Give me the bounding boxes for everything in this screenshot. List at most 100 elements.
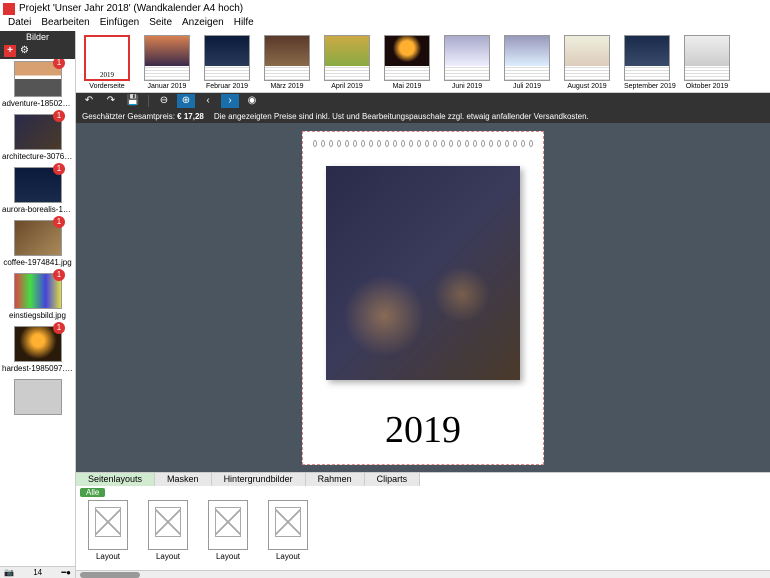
month-item[interactable]: April 2019 xyxy=(324,35,370,88)
month-label: März 2019 xyxy=(264,83,310,90)
cover-image[interactable] xyxy=(326,166,520,380)
month-item[interactable]: Mai 2019 xyxy=(384,35,430,88)
layout-thumb[interactable] xyxy=(268,500,308,550)
image-label: einstiegsbild.jpg xyxy=(2,311,73,320)
menu-datei[interactable]: Datei xyxy=(4,17,35,31)
image-label: architecture-307668... xyxy=(2,152,73,161)
preview-button[interactable]: ◉ xyxy=(243,94,261,108)
tab-hintergrundbilder[interactable]: Hintergrundbilder xyxy=(212,473,306,486)
image-item[interactable]: 1 architecture-307668... xyxy=(2,114,73,161)
menu-anzeigen[interactable]: Anzeigen xyxy=(178,17,228,31)
menu-einfuegen[interactable]: Einfügen xyxy=(96,17,143,31)
month-thumb[interactable] xyxy=(204,35,250,81)
tab-masken[interactable]: Masken xyxy=(155,473,212,486)
cover-year[interactable]: 2019 xyxy=(311,408,535,452)
month-thumb[interactable] xyxy=(444,35,490,81)
image-count: 14 xyxy=(33,568,42,577)
undo-button[interactable]: ↶ xyxy=(80,94,98,108)
month-label: September 2019 xyxy=(624,83,670,90)
month-thumb[interactable] xyxy=(144,35,190,81)
image-label: adventure-1850239... xyxy=(2,99,73,108)
month-item[interactable]: Oktober 2019 xyxy=(684,35,730,88)
tab-cliparts[interactable]: Cliparts xyxy=(365,473,421,486)
layout-item[interactable]: Layout xyxy=(84,500,132,568)
tab-seitenlayouts[interactable]: Seitenlayouts xyxy=(76,473,155,486)
usage-badge: 1 xyxy=(53,163,65,175)
image-item[interactable]: 1 adventure-1850239... xyxy=(2,61,73,108)
month-thumb[interactable] xyxy=(264,35,310,81)
layout-label: Layout xyxy=(84,552,132,561)
menu-hilfe[interactable]: Hilfe xyxy=(230,17,258,31)
image-label: coffee-1974841.jpg xyxy=(2,258,73,267)
layout-item[interactable]: Layout xyxy=(144,500,192,568)
price-bar: Geschätzter Gesamtpreis: € 17,28 Die ang… xyxy=(76,109,770,123)
month-item[interactable]: Juli 2019 xyxy=(504,35,550,88)
month-label: Februar 2019 xyxy=(204,83,250,90)
month-thumb[interactable] xyxy=(624,35,670,81)
month-thumb[interactable] xyxy=(564,35,610,81)
calendar-page[interactable]: 2019 xyxy=(302,131,544,465)
month-item[interactable]: Februar 2019 xyxy=(204,35,250,88)
image-item[interactable] xyxy=(2,379,73,417)
price-note: Die angezeigten Preise sind inkl. Ust un… xyxy=(214,112,589,121)
canvas-area[interactable]: 2019 xyxy=(76,123,770,472)
usage-badge: 1 xyxy=(53,322,65,334)
bottom-tabs: Seitenlayouts Masken Hintergrundbilder R… xyxy=(76,472,770,486)
zoom-out-button[interactable]: ⊖ xyxy=(155,94,173,108)
month-item[interactable]: 2019 Vorderseite xyxy=(84,35,130,88)
image-item[interactable]: 1 hardest-1985097.jpg xyxy=(2,326,73,373)
image-item[interactable]: 1 coffee-1974841.jpg xyxy=(2,220,73,267)
month-thumb[interactable]: 2019 xyxy=(84,35,130,81)
filter-alle[interactable]: Alle xyxy=(80,488,105,497)
layout-item[interactable]: Layout xyxy=(204,500,252,568)
image-item[interactable]: 1 aurora-borealis-183... xyxy=(2,167,73,214)
month-item[interactable]: Januar 2019 xyxy=(144,35,190,88)
month-label: Januar 2019 xyxy=(144,83,190,90)
month-label: Juli 2019 xyxy=(504,83,550,90)
image-item[interactable]: 1 einstiegsbild.jpg xyxy=(2,273,73,320)
month-label: April 2019 xyxy=(324,83,370,90)
layout-scrollbar[interactable] xyxy=(76,570,770,578)
month-item[interactable]: März 2019 xyxy=(264,35,310,88)
usage-badge: 1 xyxy=(53,59,65,69)
month-label: Vorderseite xyxy=(84,83,130,90)
month-thumb[interactable] xyxy=(504,35,550,81)
menu-seite[interactable]: Seite xyxy=(145,17,176,31)
sidebar-title: Bilder xyxy=(0,31,75,43)
camera-icon: 📷 xyxy=(4,568,14,577)
tab-rahmen[interactable]: Rahmen xyxy=(306,473,365,486)
add-image-button[interactable]: + xyxy=(4,45,16,57)
sidebar-tools: + ⚙ xyxy=(0,43,75,59)
zoom-in-button[interactable]: ⊕ xyxy=(177,94,195,108)
month-item[interactable]: September 2019 xyxy=(624,35,670,88)
month-thumb[interactable] xyxy=(684,35,730,81)
images-list: 1 adventure-1850239... 1 architecture-30… xyxy=(0,59,75,566)
month-item[interactable]: August 2019 xyxy=(564,35,610,88)
layout-thumb[interactable] xyxy=(208,500,248,550)
titlebar: Projekt 'Unser Jahr 2018' (Wandkalender … xyxy=(0,0,770,17)
zoom-slider[interactable]: ━● xyxy=(61,568,71,577)
usage-badge: 1 xyxy=(53,269,65,281)
redo-button[interactable]: ↷ xyxy=(102,94,120,108)
prev-page-button[interactable]: ‹ xyxy=(199,94,217,108)
filter-bar: Alle xyxy=(76,486,770,498)
layout-label: Layout xyxy=(144,552,192,561)
month-thumb[interactable] xyxy=(324,35,370,81)
layout-label: Layout xyxy=(204,552,252,561)
menubar: Datei Bearbeiten Einfügen Seite Anzeigen… xyxy=(0,17,770,31)
image-label: hardest-1985097.jpg xyxy=(2,364,73,373)
image-thumb[interactable] xyxy=(14,379,62,415)
save-button[interactable]: 💾 xyxy=(124,94,142,108)
menu-bearbeiten[interactable]: Bearbeiten xyxy=(37,17,93,31)
layout-item[interactable]: Layout xyxy=(264,500,312,568)
layout-thumb[interactable] xyxy=(148,500,188,550)
layout-strip: Layout Layout Layout Layout xyxy=(76,498,770,570)
layout-thumb[interactable] xyxy=(88,500,128,550)
month-item[interactable]: Juni 2019 xyxy=(444,35,490,88)
settings-button[interactable]: ⚙ xyxy=(20,45,32,57)
window-title: Projekt 'Unser Jahr 2018' (Wandkalender … xyxy=(19,3,243,14)
month-thumb[interactable] xyxy=(384,35,430,81)
price-value: € 17,28 xyxy=(177,112,204,121)
usage-badge: 1 xyxy=(53,110,65,122)
next-page-button[interactable]: › xyxy=(221,94,239,108)
